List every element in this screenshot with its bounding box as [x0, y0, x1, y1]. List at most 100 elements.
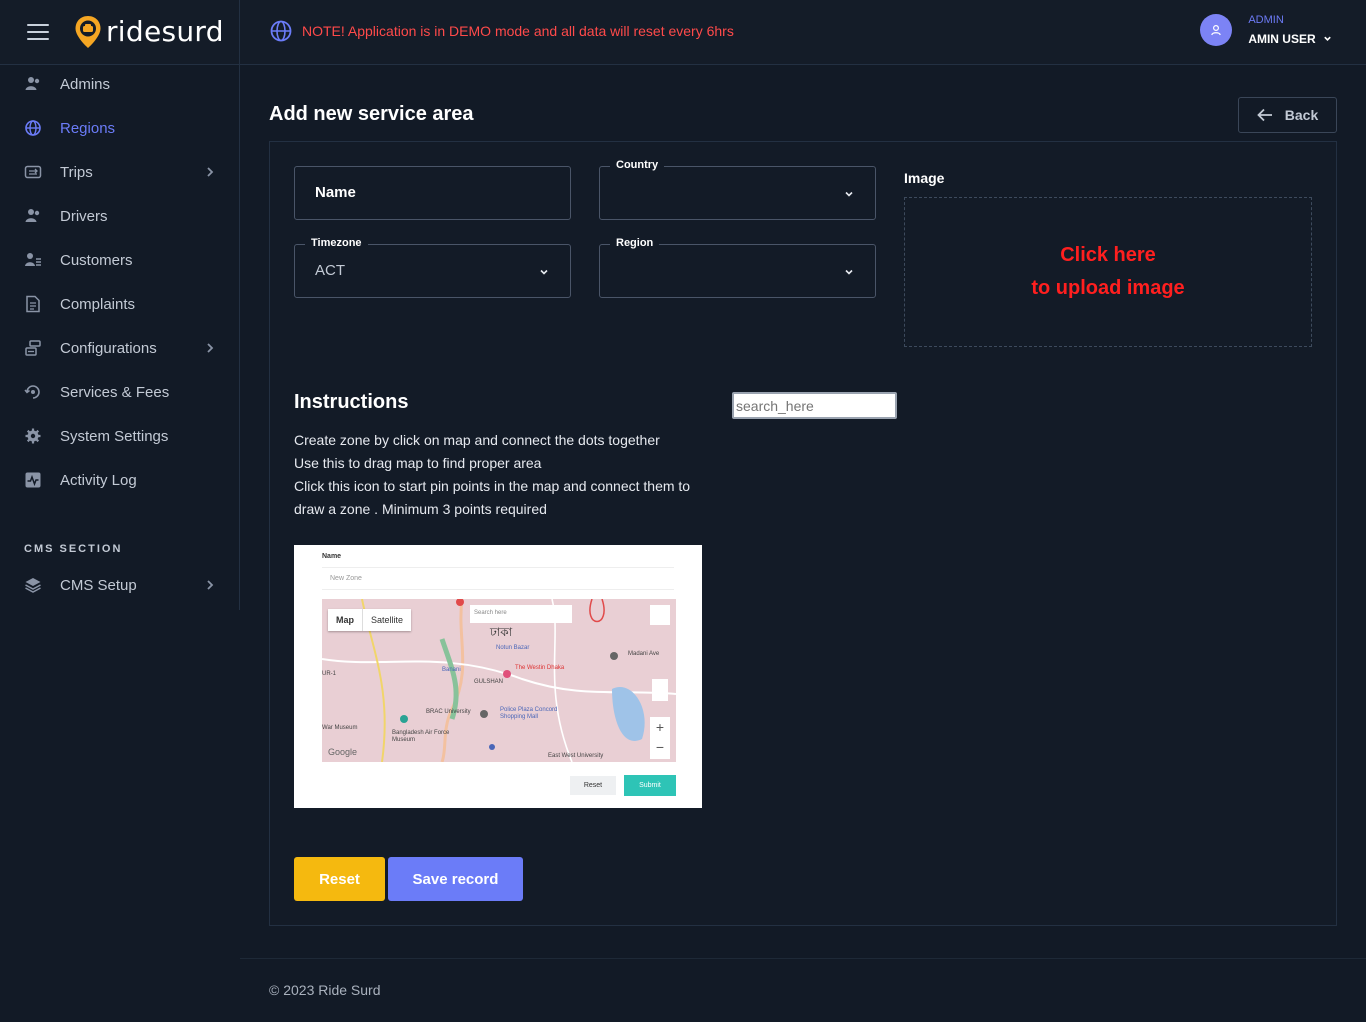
- preview-submit-button: Submit: [624, 775, 676, 796]
- hamburger-menu-icon[interactable]: [27, 24, 49, 40]
- region-select[interactable]: Region: [599, 237, 876, 298]
- preview-place-label: Banani: [442, 667, 461, 673]
- footer-divider: [240, 958, 1366, 959]
- image-label: Image: [904, 170, 945, 186]
- sidebar-item-regions[interactable]: Regions: [0, 106, 240, 150]
- preview-map: Map Satellite Search here ঢাকা Notun Baz…: [322, 599, 676, 762]
- preview-tab-map: Map: [328, 609, 363, 631]
- chevron-right-icon: [207, 343, 214, 353]
- top-bar: ridesurd NOTE! Application is in DEMO mo…: [0, 0, 1366, 65]
- region-label: Region: [610, 237, 660, 249]
- services-icon: [24, 385, 40, 399]
- preview-place-label: Police Plaza Concord Shopping Mall: [500, 707, 558, 720]
- app-logo-text[interactable]: ridesurd: [106, 15, 224, 48]
- brand-area: ridesurd: [0, 0, 240, 65]
- zoom-controls: + −: [650, 717, 670, 759]
- preview-place-label: War Museum: [322, 725, 358, 731]
- preview-city-label: ঢাকা: [490, 625, 513, 639]
- preview-map-tabs: Map Satellite: [328, 609, 412, 631]
- sidebar-item-services-fees[interactable]: Services & Fees: [0, 370, 240, 414]
- customers-icon: [25, 253, 41, 266]
- preview-map-brand: Google: [328, 747, 358, 757]
- sidebar-item-label: CMS Setup: [60, 576, 137, 594]
- save-record-button[interactable]: Save record: [388, 857, 523, 901]
- trips-icon: [24, 165, 42, 179]
- name-field[interactable]: Name: [294, 166, 571, 220]
- preview-tab-satellite: Satellite: [371, 615, 404, 625]
- sidebar-item-label: Regions: [60, 119, 116, 137]
- country-select[interactable]: Country: [599, 159, 876, 220]
- demo-notice: NOTE! Application is in DEMO mode and al…: [270, 20, 734, 42]
- back-button[interactable]: Back: [1238, 97, 1337, 133]
- arrow-left-icon: [1256, 108, 1272, 122]
- preview-place-label: Madani Ave: [628, 651, 660, 657]
- cms-section-header: CMS SECTION: [24, 543, 123, 555]
- timezone-label: Timezone: [305, 237, 368, 249]
- avatar[interactable]: [1200, 14, 1233, 46]
- chevron-down-icon: [540, 269, 548, 275]
- sidebar-item-cms-setup[interactable]: CMS Setup: [0, 563, 240, 607]
- sidebar: Admins Regions Trips Drivers Customers C…: [0, 65, 240, 610]
- sidebar-item-configurations[interactable]: Configurations: [0, 326, 240, 370]
- instruction-line: Create zone by click on map and connect …: [294, 432, 660, 448]
- chevron-right-icon: [207, 580, 214, 590]
- preview-place-label: GULSHAN: [474, 679, 504, 685]
- user-name[interactable]: AMIN USER: [1248, 32, 1332, 46]
- sidebar-item-label: System Settings: [60, 427, 169, 445]
- image-upload-dropzone[interactable]: Click here to upload image: [904, 197, 1312, 347]
- instruction-preview-image: Name New Zone Map Satellite Search here …: [294, 545, 702, 808]
- instructions-text: Create zone by click on map and connect …: [294, 429, 714, 521]
- timezone-value: ACT: [315, 262, 345, 279]
- sidebar-item-admins[interactable]: Admins: [0, 62, 240, 106]
- chevron-down-icon: [845, 269, 853, 275]
- preview-divider: [322, 589, 674, 590]
- map-search-input[interactable]: [732, 392, 897, 419]
- upload-text-line1: Click here: [1060, 244, 1156, 266]
- user-name-text: AMIN USER: [1248, 32, 1316, 46]
- sidebar-item-system-settings[interactable]: System Settings: [0, 414, 240, 458]
- instructions-title: Instructions: [294, 391, 409, 413]
- sidebar-item-drivers[interactable]: Drivers: [0, 194, 240, 238]
- footer-copyright: © 2023 Ride Surd: [269, 982, 381, 998]
- complaints-icon: [26, 295, 40, 313]
- sidebar-item-label: Customers: [60, 251, 133, 269]
- activity-icon: [25, 472, 41, 488]
- user-icon: [1211, 24, 1222, 36]
- preview-place-label: Notun Bazar: [496, 645, 530, 651]
- globe-icon: [25, 120, 41, 136]
- preview-place-label: BRAC University: [426, 709, 471, 715]
- sidebar-item-label: Admins: [60, 75, 111, 93]
- gear-icon: [25, 428, 41, 444]
- reset-button[interactable]: Reset: [294, 857, 385, 901]
- preview-name-label: Name: [322, 553, 342, 560]
- layers-icon: [25, 578, 41, 593]
- sidebar-item-label: Activity Log: [60, 471, 137, 489]
- preview-zone-placeholder: New Zone: [330, 575, 362, 582]
- preview-place-label: Bangladesh Air Force Museum: [392, 730, 450, 743]
- chevron-down-icon: [845, 191, 853, 197]
- chevron-right-icon: [207, 167, 214, 177]
- drivers-icon: [25, 209, 40, 222]
- page-title: Add new service area: [269, 103, 474, 125]
- sidebar-item-customers[interactable]: Customers: [0, 238, 240, 282]
- sidebar-item-label: Trips: [60, 163, 93, 181]
- sidebar-item-trips[interactable]: Trips: [0, 150, 240, 194]
- instruction-line: Click this icon to start pin points in t…: [294, 478, 691, 517]
- user-menu[interactable]: ADMIN AMIN USER: [1200, 14, 1332, 46]
- preview-place-label: The Westin Dhaka: [515, 665, 565, 671]
- logo-pin-icon: [75, 16, 101, 48]
- preview-search-box: Search here: [470, 605, 572, 623]
- globe-icon: [270, 20, 292, 42]
- sidebar-item-label: Configurations: [60, 339, 157, 357]
- preview-divider: [322, 567, 674, 568]
- sidebar-item-activity-log[interactable]: Activity Log: [0, 458, 240, 502]
- service-area-form: Name Country Timezone ACT Region Image C…: [269, 141, 1337, 926]
- sidebar-item-label: Drivers: [60, 207, 108, 225]
- preview-reset-button: Reset: [570, 776, 616, 795]
- pegman-icon: [652, 679, 668, 701]
- admins-icon: [25, 77, 40, 90]
- sidebar-item-label: Complaints: [60, 295, 136, 313]
- configurations-icon: [25, 340, 41, 356]
- timezone-select[interactable]: Timezone ACT: [294, 237, 571, 298]
- sidebar-item-complaints[interactable]: Complaints: [0, 282, 240, 326]
